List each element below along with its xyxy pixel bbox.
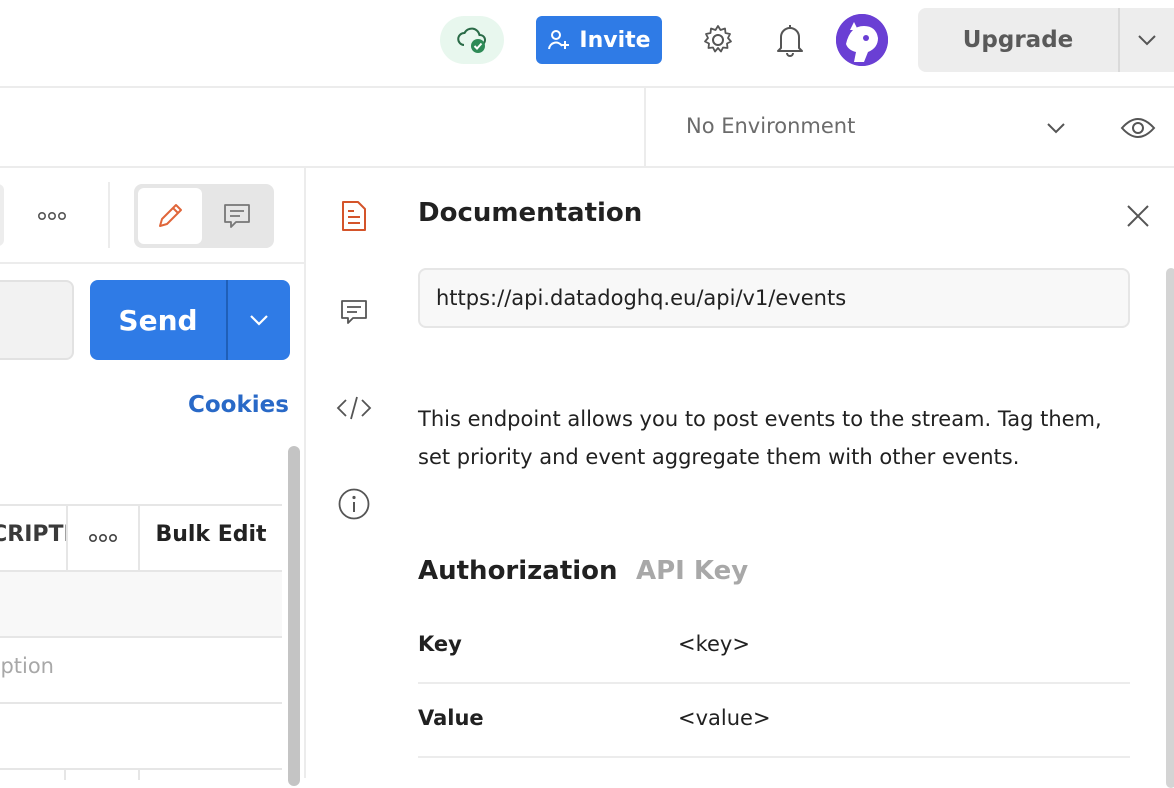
send-button[interactable]: Send [90, 280, 226, 360]
request-toolbar-divider [0, 262, 304, 264]
close-icon [1127, 205, 1149, 227]
request-pane-scrollbar[interactable] [288, 446, 300, 786]
comment-icon [341, 300, 367, 324]
table-row [0, 572, 282, 638]
invite-label: Invite [579, 27, 651, 53]
endpoint-url-text: https://api.datadoghq.eu/api/v1/events [436, 286, 847, 310]
column-header-description: DESCRIPTION [0, 522, 66, 547]
auth-row-value-value: <value> [678, 706, 771, 730]
table-cell-divider [138, 770, 140, 780]
chevron-down-icon [250, 315, 268, 326]
documentation-title: Documentation [418, 198, 643, 228]
sync-status-badge[interactable] [440, 16, 504, 64]
table-cell-divider [64, 770, 66, 780]
pencil-icon [159, 204, 182, 227]
environment-dropdown-toggle[interactable] [1036, 108, 1076, 148]
endpoint-description: This endpoint allows you to post events … [418, 407, 1102, 469]
notifications-button[interactable] [768, 18, 812, 62]
comments-tab[interactable] [332, 290, 376, 334]
gear-icon [704, 25, 732, 53]
bell-icon [777, 25, 803, 57]
description-placeholder[interactable]: ption [0, 654, 54, 678]
documentation-tab[interactable] [332, 194, 376, 238]
environment-quick-look-button[interactable] [1114, 108, 1162, 148]
auth-row-value-label: Value [418, 706, 484, 730]
chevron-down-icon [1138, 35, 1156, 46]
header-divider [0, 86, 1174, 88]
more-horizontal-icon [88, 533, 117, 543]
auth-row-divider [418, 756, 1130, 758]
comments-mode-button[interactable] [204, 188, 270, 244]
info-icon [338, 488, 370, 520]
auth-row-divider [418, 682, 1130, 684]
endpoint-url-field[interactable]: https://api.datadoghq.eu/api/v1/events [418, 268, 1130, 328]
close-documentation-button[interactable] [1116, 196, 1160, 236]
settings-button[interactable] [696, 18, 740, 62]
invite-button[interactable]: Invite [536, 16, 662, 64]
comment-icon [224, 204, 250, 228]
send-options-toggle[interactable] [226, 280, 290, 360]
user-avatar-icon [836, 14, 888, 66]
environment-row-divider [0, 166, 1174, 168]
info-tab[interactable] [332, 482, 376, 526]
authorization-heading: Authorization [418, 556, 618, 586]
avatar[interactable] [836, 14, 888, 66]
code-icon [336, 396, 372, 420]
auth-row-key-label: Key [418, 632, 462, 656]
upgrade-menu-toggle[interactable] [1118, 8, 1174, 72]
edit-mode-button[interactable] [138, 188, 202, 244]
eye-icon [1120, 118, 1156, 138]
document-icon [342, 201, 366, 231]
cloud-check-icon [457, 27, 487, 53]
auth-row-key-value: <key> [678, 632, 750, 656]
table-options-button[interactable] [66, 506, 140, 570]
bulk-edit-button[interactable]: Bulk Edit [140, 522, 282, 547]
code-snippet-tab[interactable] [332, 386, 376, 430]
environment-selector[interactable]: No Environment [686, 114, 855, 138]
send-label: Send [118, 303, 198, 337]
upgrade-button[interactable]: Upgrade [918, 8, 1118, 72]
chevron-down-icon [1047, 123, 1065, 134]
add-user-icon [548, 30, 570, 50]
documentation-scrollbar[interactable] [1166, 268, 1174, 788]
authorization-type: API Key [636, 556, 749, 586]
pane-divider[interactable] [304, 168, 306, 778]
request-tab-partial[interactable] [0, 184, 4, 246]
more-horizontal-icon [37, 211, 66, 221]
more-options-button[interactable] [30, 196, 74, 236]
column-header-description-text: DESCRIPTION [0, 522, 66, 547]
toolbar-divider [108, 182, 110, 248]
environment-divider [644, 88, 646, 168]
request-url-input[interactable] [0, 280, 74, 360]
cookies-link[interactable]: Cookies [188, 392, 289, 418]
upgrade-label: Upgrade [962, 27, 1074, 53]
table-row [0, 704, 282, 770]
